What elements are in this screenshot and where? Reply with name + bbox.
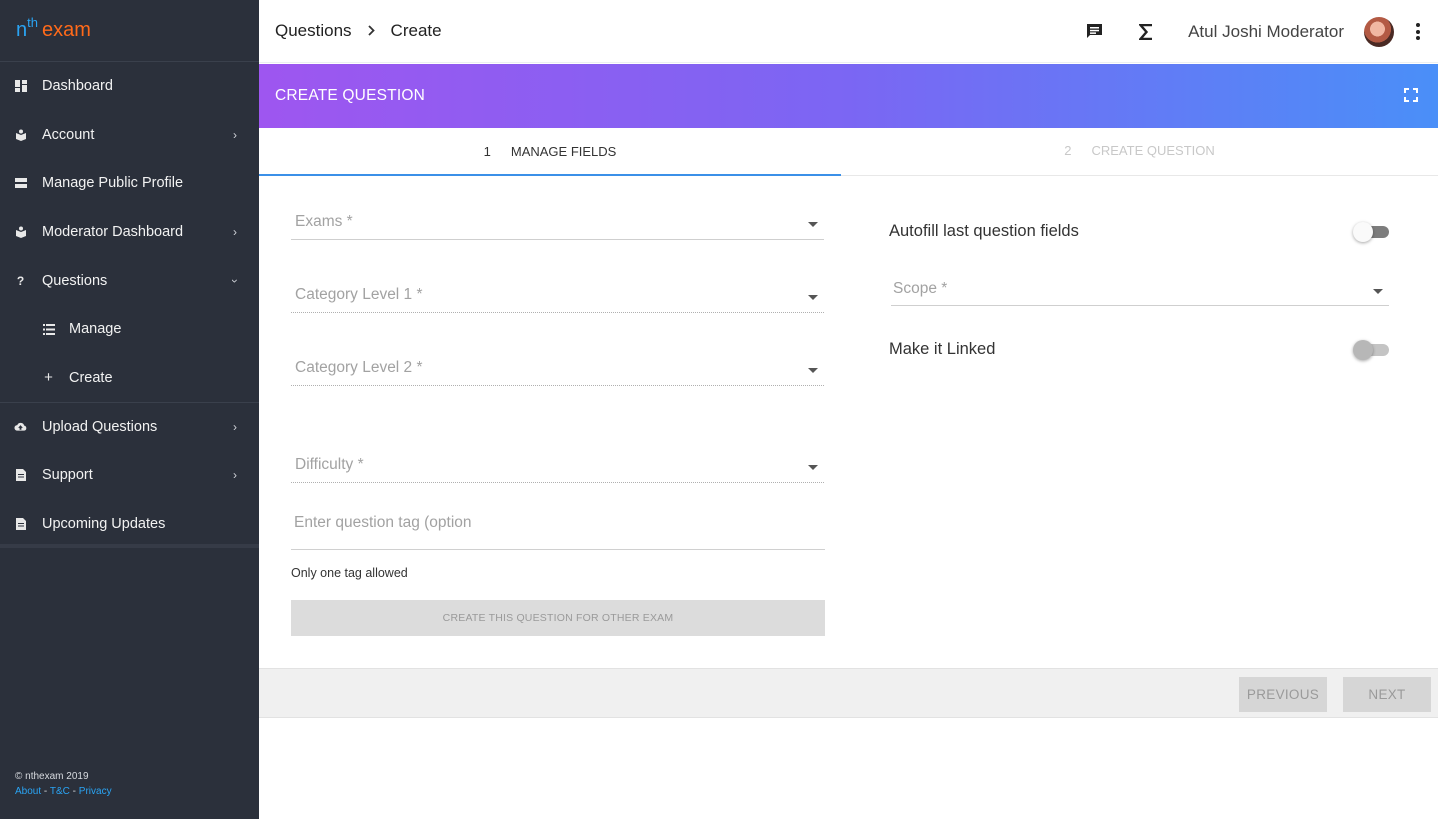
chevron-right-icon: ›	[233, 468, 237, 483]
dropdown-arrow-icon	[808, 295, 818, 300]
sidebar-item-dashboard[interactable]: Dashboard	[0, 62, 259, 111]
sidebar-item-label: Create	[69, 369, 113, 386]
previous-button[interactable]: PREVIOUS	[1239, 677, 1327, 712]
document-icon	[14, 517, 27, 530]
brand-logo[interactable]: n th exam	[0, 0, 259, 62]
sidebar-item-label: Dashboard	[42, 78, 113, 95]
sidebar-item-upcoming-updates[interactable]: Upcoming Updates	[0, 499, 259, 548]
stepper: 1 MANAGE FIELDS 2 CREATE QUESTION	[259, 128, 1438, 176]
sidebar-item-upload-questions[interactable]: Upload Questions ›	[0, 402, 259, 451]
sidebar-item-account[interactable]: Account ›	[0, 111, 259, 160]
breadcrumb: Questions Create	[275, 21, 442, 41]
step-label: CREATE QUESTION	[1091, 142, 1215, 158]
scope-select[interactable]: Scope *	[891, 270, 1389, 306]
top-bar-actions: Atul Joshi Moderator	[1052, 0, 1422, 63]
dropdown-arrow-icon	[808, 368, 818, 373]
profile-icon	[14, 177, 27, 190]
category-level-1-select[interactable]: Category Level 1 *	[291, 267, 824, 313]
question-icon: ?	[16, 273, 25, 288]
linked-toggle[interactable]	[1353, 339, 1389, 360]
linked-row: Make it Linked	[889, 334, 1389, 364]
step-manage-fields[interactable]: 1 MANAGE FIELDS	[259, 128, 841, 176]
exams-select[interactable]: Exams *	[291, 194, 824, 240]
list-icon	[42, 323, 55, 336]
more-vert-icon[interactable]	[1414, 23, 1422, 40]
document-icon	[14, 469, 27, 482]
account-icon	[14, 128, 27, 141]
autofill-toggle[interactable]	[1353, 221, 1389, 242]
dashboard-icon	[14, 80, 27, 93]
cloud-upload-icon	[14, 420, 27, 433]
chevron-right-icon: ›	[233, 419, 237, 434]
chevron-right-icon: ›	[233, 225, 237, 240]
brand-exam: exam	[41, 19, 91, 41]
question-tag-field	[291, 503, 825, 550]
sigma-icon[interactable]	[1136, 22, 1156, 42]
sidebar-item-label: Support	[42, 467, 93, 484]
sidebar-item-label: Manage	[69, 321, 122, 338]
sidebar-subitem-create[interactable]: + Create	[0, 354, 259, 403]
brand-n: n	[16, 19, 28, 41]
sidebar-divider	[0, 544, 259, 548]
chevron-right-icon	[367, 23, 375, 39]
tag-hint-text: Only one tag allowed	[291, 566, 408, 580]
question-tag-input[interactable]	[291, 503, 825, 543]
sidebar-nav: Dashboard Account › Manage Public Profil…	[0, 62, 259, 548]
autofill-row: Autofill last question fields	[889, 216, 1389, 246]
category-level-2-select[interactable]: Category Level 2 *	[291, 340, 824, 386]
breadcrumb-create: Create	[390, 21, 442, 40]
fullscreen-icon[interactable]	[1404, 88, 1418, 102]
step-number: 2	[1064, 142, 1072, 158]
footer-separator: -	[43, 786, 48, 797]
sidebar-subitem-manage[interactable]: Manage	[0, 305, 259, 354]
sidebar-item-label: Manage Public Profile	[42, 175, 184, 192]
sidebar-item-support[interactable]: Support ›	[0, 451, 259, 500]
user-name[interactable]: Atul Joshi Moderator	[1188, 22, 1344, 42]
sidebar: n th exam Dashboard Account › Manage Publi…	[0, 0, 259, 819]
step-label: MANAGE FIELDS	[510, 143, 617, 159]
sidebar-item-label: Questions	[42, 272, 108, 289]
privacy-link[interactable]: Privacy	[79, 786, 112, 797]
exams-label: Exams *	[295, 213, 353, 230]
dropdown-arrow-icon	[808, 222, 818, 227]
sidebar-footer: © nthexam 2019 About - T&C - Privacy	[15, 769, 112, 799]
step-create-question[interactable]: 2 CREATE QUESTION	[841, 128, 1438, 176]
footer-separator: -	[72, 786, 76, 797]
about-link[interactable]: About	[15, 786, 41, 797]
chevron-right-icon: ›	[233, 127, 237, 142]
difficulty-select[interactable]: Difficulty *	[291, 437, 824, 483]
sidebar-item-label: Upload Questions	[42, 418, 158, 435]
copyright-text: © nthexam 2019	[15, 771, 89, 782]
stepper-actions: PREVIOUS NEXT	[259, 668, 1438, 718]
step-number: 1	[483, 143, 491, 159]
top-bar: Questions Create Atul Joshi Moderator	[259, 0, 1438, 63]
card-header: CREATE QUESTION	[259, 64, 1438, 128]
chevron-down-icon: ›	[228, 278, 242, 283]
difficulty-label: Difficulty *	[295, 456, 364, 473]
dropdown-arrow-icon	[808, 465, 818, 470]
chat-icon[interactable]	[1084, 22, 1104, 42]
avatar[interactable]	[1364, 16, 1394, 47]
breadcrumb-questions[interactable]: Questions	[275, 21, 352, 41]
moderator-icon	[14, 226, 27, 239]
sidebar-item-questions[interactable]: ? Questions ›	[0, 256, 259, 305]
plus-icon: +	[44, 369, 53, 387]
create-for-other-exam-button[interactable]: CREATE THIS QUESTION FOR OTHER EXAM	[291, 600, 825, 636]
scope-label: Scope *	[893, 280, 948, 297]
category-level-1-label: Category Level 1 *	[295, 286, 423, 303]
sidebar-item-label: Moderator Dashboard	[42, 224, 184, 241]
sidebar-item-label: Upcoming Updates	[42, 515, 166, 532]
sidebar-item-label: Account	[42, 126, 95, 143]
next-button[interactable]: NEXT	[1343, 677, 1431, 712]
sidebar-item-manage-public-profile[interactable]: Manage Public Profile	[0, 159, 259, 208]
page-title: CREATE QUESTION	[275, 87, 425, 104]
brand-th: th	[27, 15, 38, 30]
tnc-link[interactable]: T&C	[50, 786, 70, 797]
category-level-2-label: Category Level 2 *	[295, 359, 423, 376]
autofill-label: Autofill last question fields	[889, 221, 1079, 240]
linked-label: Make it Linked	[889, 339, 996, 358]
sidebar-item-moderator-dashboard[interactable]: Moderator Dashboard ›	[0, 208, 259, 257]
dropdown-arrow-icon	[1373, 289, 1383, 294]
